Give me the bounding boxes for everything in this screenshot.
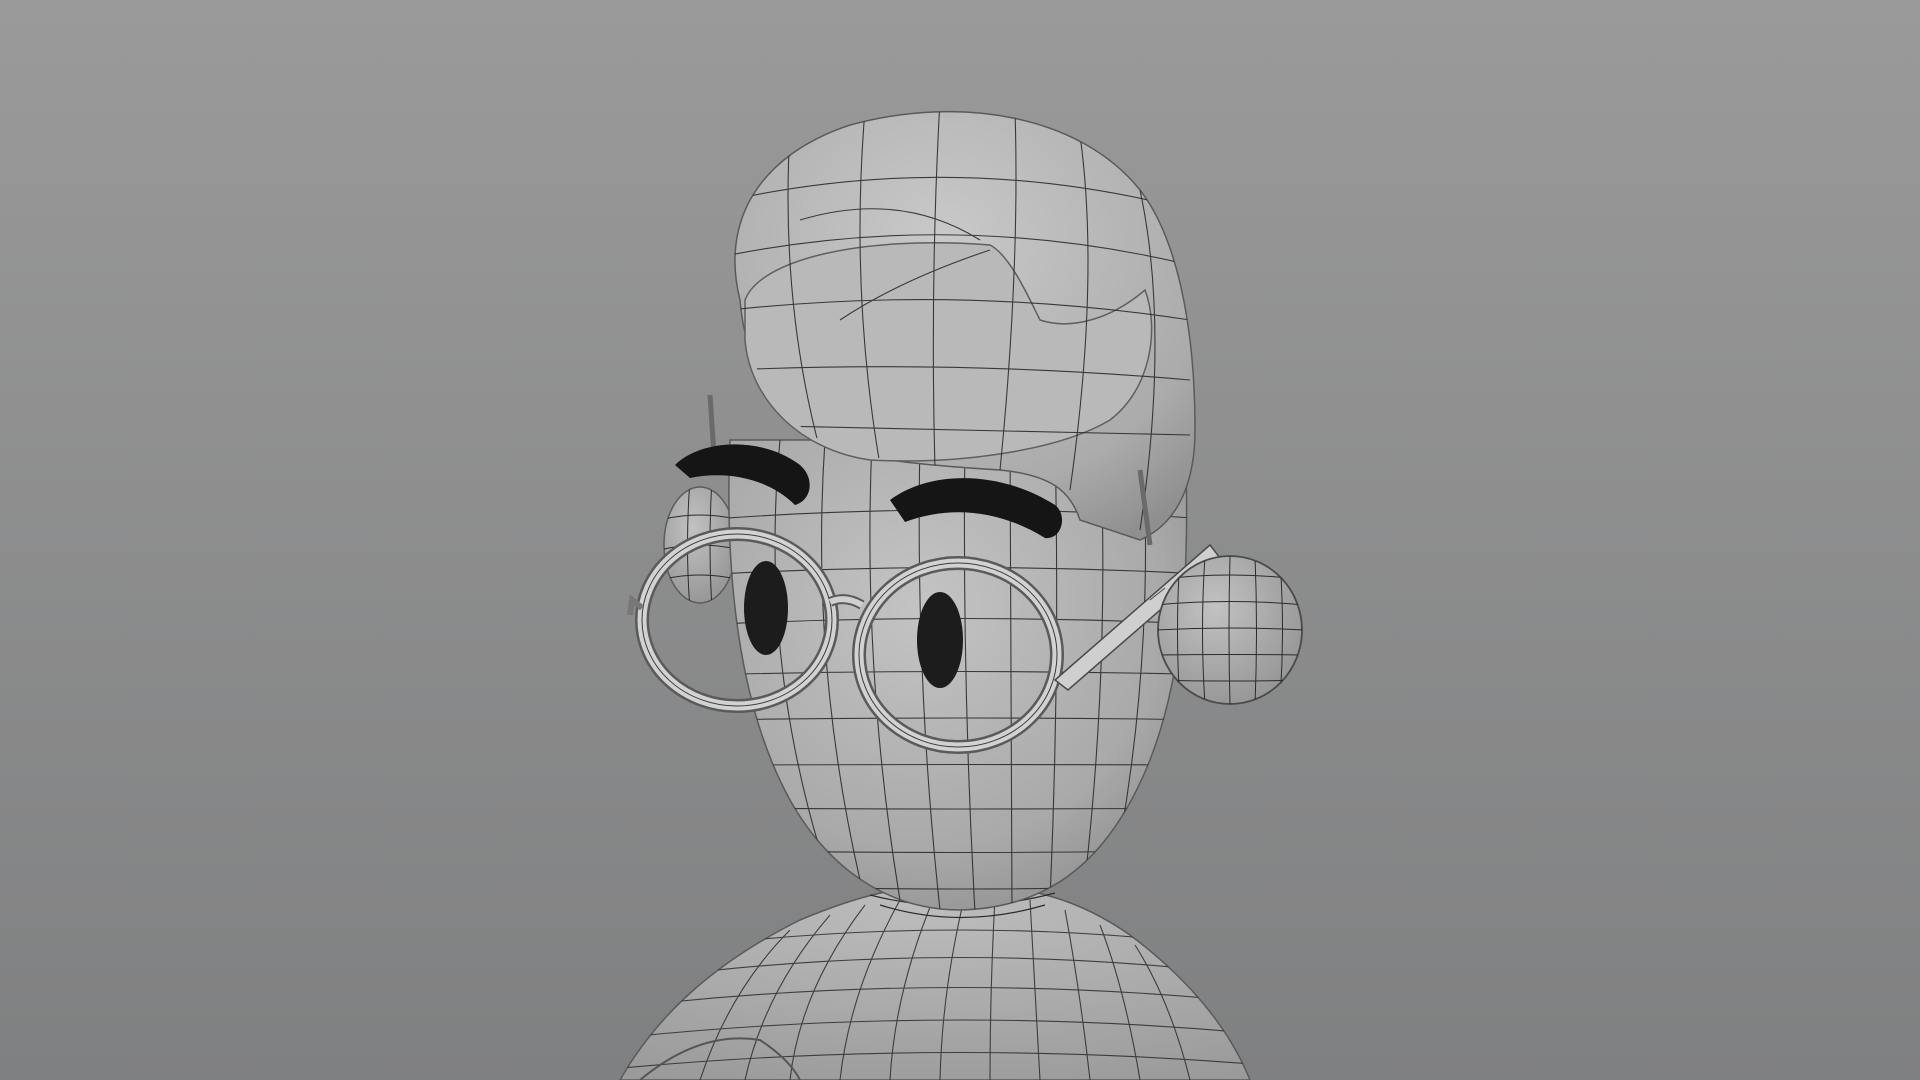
right-eye (917, 592, 963, 688)
character-render (0, 0, 1920, 1080)
left-eye (744, 561, 788, 655)
render-viewport[interactable] (0, 0, 1920, 1080)
